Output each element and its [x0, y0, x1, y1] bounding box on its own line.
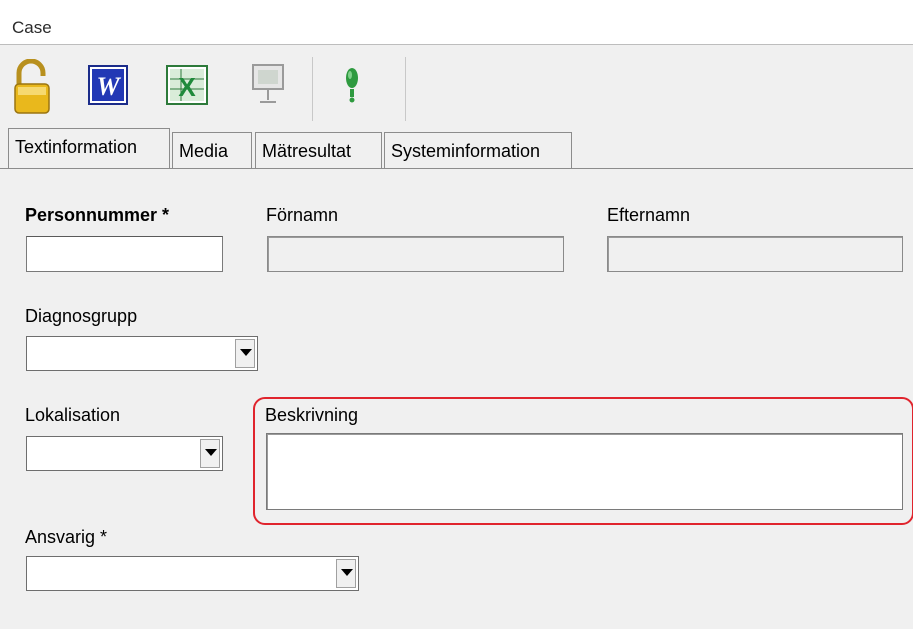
diagnosgrupp-select[interactable]: [26, 336, 258, 371]
excel-icon[interactable]: X: [166, 65, 208, 105]
toolbar: W X: [0, 45, 913, 123]
tab-media[interactable]: Media: [172, 132, 252, 168]
toolbar-separator: [405, 57, 406, 121]
beskrivning-textarea[interactable]: [266, 433, 903, 510]
tab-matresultat[interactable]: Mätresultat: [255, 132, 382, 168]
svg-text:W: W: [96, 72, 121, 101]
ansvarig-label: Ansvarig *: [25, 527, 108, 547]
personnummer-field[interactable]: [26, 236, 223, 272]
svg-text:X: X: [178, 72, 196, 102]
ansvarig-select[interactable]: [26, 556, 359, 591]
efternamn-label: Efternamn: [607, 205, 691, 225]
presentation-icon[interactable]: [250, 62, 286, 104]
chevron-down-icon[interactable]: [336, 559, 356, 588]
lokalisation-label: Lokalisation: [25, 405, 121, 425]
efternamn-field[interactable]: [607, 236, 903, 272]
fornamn-label: Förnamn: [266, 205, 339, 225]
diagnosgrupp-label: Diagnosgrupp: [25, 306, 138, 326]
lokalisation-select[interactable]: [26, 436, 223, 471]
window-title: Case: [12, 18, 52, 37]
tab-systeminformation[interactable]: Systeminformation: [384, 132, 572, 168]
fornamn-field[interactable]: [267, 236, 564, 272]
info-pin-icon[interactable]: [344, 67, 360, 103]
beskrivning-label: Beskrivning: [265, 405, 359, 425]
word-icon[interactable]: W: [88, 65, 128, 105]
padlock-icon[interactable]: [12, 58, 54, 115]
toolbar-separator: [312, 57, 313, 121]
personnummer-label: Personnummer *: [25, 205, 170, 225]
window-titlebar: Case: [0, 0, 913, 45]
chevron-down-icon[interactable]: [200, 439, 220, 468]
chevron-down-icon[interactable]: [235, 339, 255, 368]
tab-textinformation[interactable]: Textinformation: [8, 128, 170, 168]
